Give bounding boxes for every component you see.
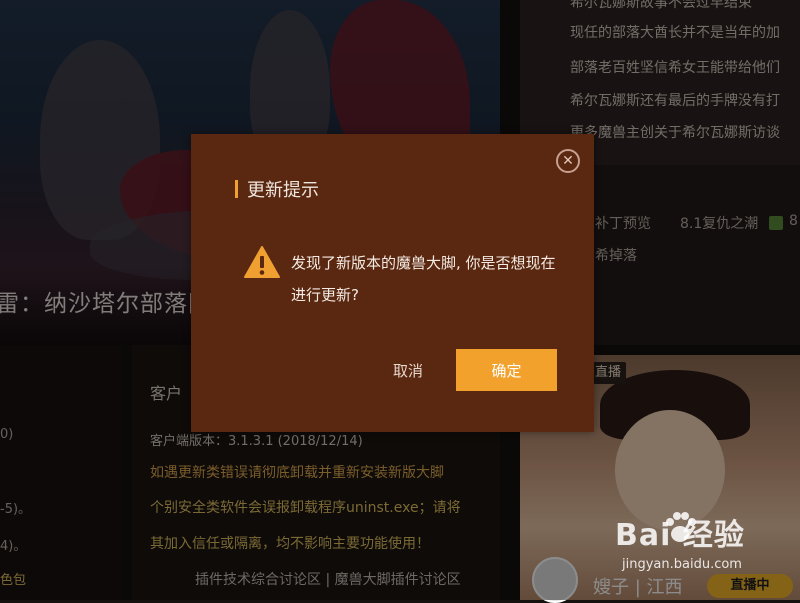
dialog-message-line2: 进行更新? bbox=[291, 286, 359, 304]
close-icon[interactable]: ✕ bbox=[556, 149, 580, 173]
watermark-brand: Bai 经验 bbox=[615, 518, 745, 553]
title-accent-bar bbox=[235, 180, 238, 198]
dialog-title: 更新提示 bbox=[247, 180, 319, 201]
watermark-url: jingyan.baidu.com bbox=[622, 557, 742, 572]
warning-icon bbox=[244, 246, 280, 278]
confirm-button[interactable]: 确定 bbox=[456, 349, 557, 391]
cancel-button[interactable]: 取消 bbox=[376, 352, 440, 388]
dialog-message-line1: 发现了新版本的魔兽大脚, 你是否想现在 bbox=[291, 254, 556, 272]
